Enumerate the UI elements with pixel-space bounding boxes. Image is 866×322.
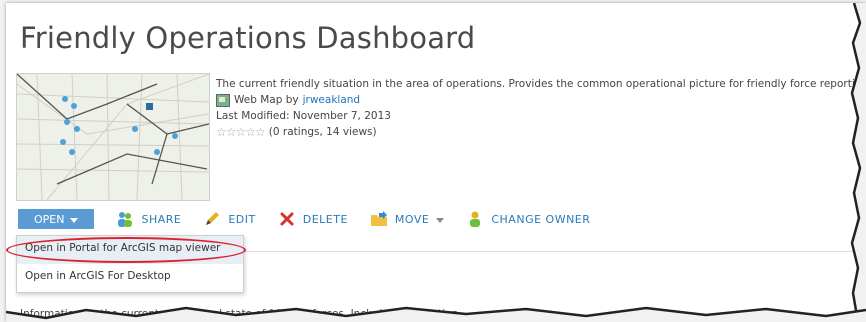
folder-move-icon: [370, 210, 388, 228]
rating-row: ☆☆☆☆☆ (0 ratings, 14 views): [216, 124, 866, 140]
delete-button[interactable]: DELETE: [278, 210, 348, 228]
last-modified: Last Modified: November 7, 2013: [216, 110, 391, 122]
caret-down-icon: [70, 213, 79, 226]
web-map-icon: [216, 93, 230, 107]
edit-label: EDIT: [228, 212, 256, 226]
move-label: MOVE: [394, 212, 430, 226]
highlight-ellipse: [6, 237, 246, 263]
item-summary: The current friendly situation in the ar…: [216, 76, 866, 140]
change-owner-label: CHANGE OWNER: [491, 212, 591, 226]
caret-down-icon: [436, 213, 445, 226]
move-button[interactable]: MOVE: [370, 210, 445, 228]
map-thumbnail-graphic: [17, 74, 209, 200]
item-toolbar: OPEN SHARE EDIT DELETE MOVE CHANGE OWNER: [18, 209, 590, 229]
item-description: The current friendly situation in the ar…: [216, 78, 866, 90]
share-button[interactable]: SHARE: [116, 210, 181, 228]
page-title: Friendly Operations Dashboard: [20, 21, 476, 55]
person-icon: [466, 210, 484, 228]
open-button[interactable]: OPEN: [18, 209, 95, 229]
item-type-row: Web Map by jrweakland: [216, 92, 866, 108]
item-details-page: Friendly Operations Dashboard The curren…: [6, 3, 866, 322]
map-thumbnail[interactable]: [16, 73, 210, 201]
torn-edge-bottom: [6, 306, 866, 322]
pencil-icon: [203, 210, 221, 228]
star-rating-icon[interactable]: ☆☆☆☆☆: [216, 124, 266, 140]
item-type-label: Web Map by: [234, 94, 299, 106]
share-label: SHARE: [141, 212, 182, 226]
delete-x-icon: [278, 210, 296, 228]
ratings-count: (0 ratings, 14 views): [268, 126, 377, 138]
delete-label: DELETE: [302, 212, 348, 226]
owner-link[interactable]: jrweakland: [303, 92, 360, 108]
torn-edge-right: [850, 3, 866, 322]
change-owner-button[interactable]: CHANGE OWNER: [466, 210, 590, 228]
edit-button[interactable]: EDIT: [203, 210, 255, 228]
open-button-label: OPEN: [34, 212, 65, 226]
share-users-icon: [116, 210, 134, 228]
